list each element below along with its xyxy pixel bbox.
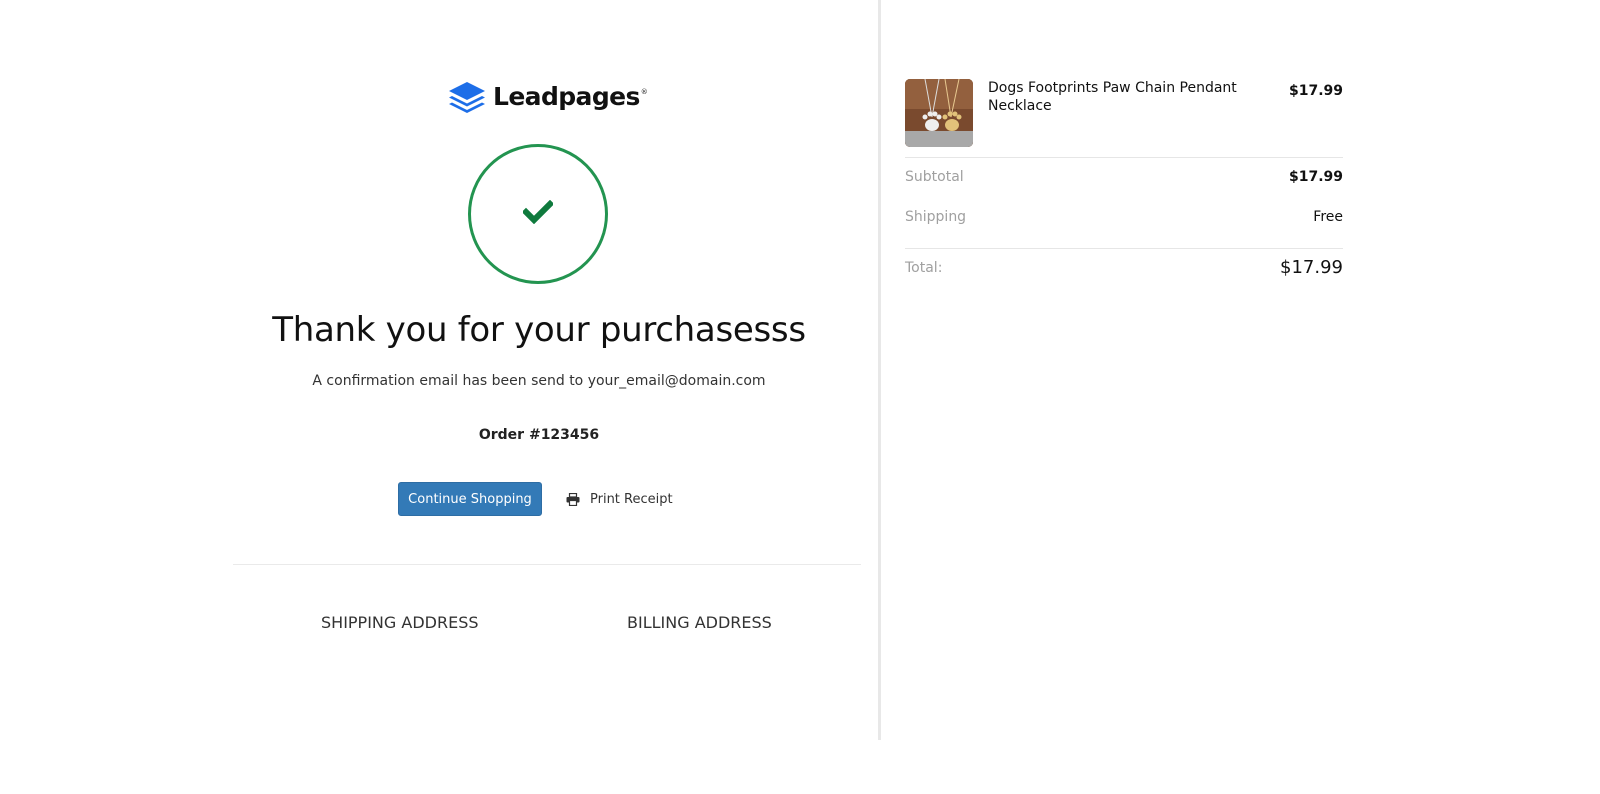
shipping-value: Free <box>1313 209 1343 225</box>
print-receipt-link[interactable]: Print Receipt <box>566 489 673 509</box>
product-image <box>905 79 973 147</box>
print-receipt-label: Print Receipt <box>590 491 673 507</box>
total-divider <box>905 248 1343 249</box>
success-check-circle <box>468 144 608 284</box>
shipping-address-heading: SHIPPING ADDRESS <box>321 613 479 632</box>
confirmation-message: A confirmation email has been send to yo… <box>312 373 766 389</box>
continue-shopping-button[interactable]: Continue Shopping <box>398 482 542 516</box>
confirmation-panel: Leadpages ® Thank you for your purchases… <box>0 0 878 794</box>
subtotal-label: Subtotal <box>905 169 964 185</box>
panel-divider <box>878 0 881 740</box>
total-label: Total: <box>905 260 943 276</box>
cart-item: Dogs Footprints Paw Chain Pendant Neckla… <box>905 79 1343 147</box>
product-name: Dogs Footprints Paw Chain Pendant Neckla… <box>988 80 1237 114</box>
printer-icon <box>566 492 580 506</box>
total-value: $17.99 <box>1280 257 1343 278</box>
product-price: $17.99 <box>1288 83 1343 99</box>
checkout-confirmation-page: Leadpages ® Thank you for your purchases… <box>0 0 1600 794</box>
section-divider <box>233 564 861 565</box>
subtotal-value: $17.99 <box>1288 169 1343 185</box>
brand-name: Leadpages <box>493 82 640 111</box>
checkmark-icon <box>521 199 555 228</box>
thank-you-title: Thank you for your purchasesss <box>272 310 806 350</box>
summary-divider <box>905 157 1343 158</box>
shipping-label: Shipping <box>905 209 967 225</box>
leadpages-logo: Leadpages ® <box>447 80 648 114</box>
billing-address-heading: BILLING ADDRESS <box>627 613 772 632</box>
order-number: Order #123456 <box>478 427 600 443</box>
layers-logo-icon <box>447 80 487 114</box>
registered-mark: ® <box>640 88 648 96</box>
